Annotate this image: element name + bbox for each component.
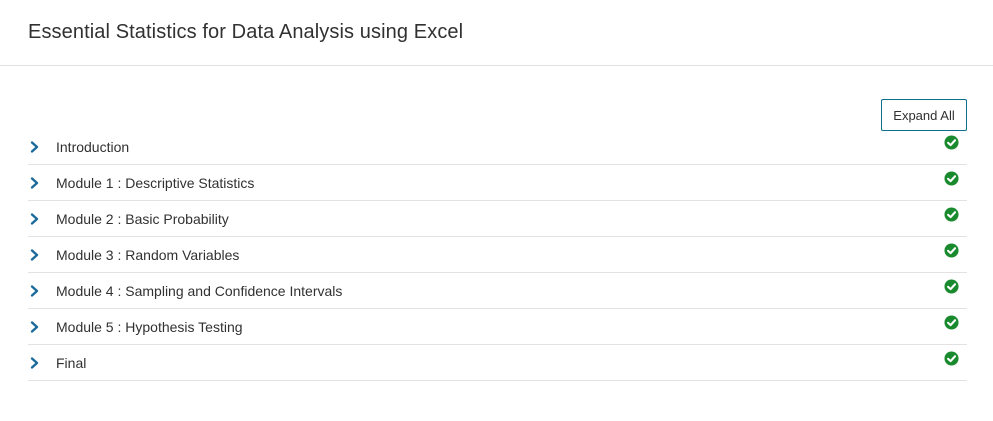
chevron-right-icon [30,176,39,189]
course-title: Essential Statistics for Data Analysis u… [28,21,464,43]
check-circle-icon [944,171,959,186]
outline-toolbar: Expand All [28,66,967,132]
chevron-right-icon [30,284,39,297]
course-header: Essential Statistics for Data Analysis u… [0,0,993,66]
check-circle-icon [944,243,959,258]
section-label: Final [56,354,87,371]
section-module-3[interactable]: Module 3 : Random Variables [28,237,967,273]
section-label: Module 1 : Descriptive Statistics [56,174,255,191]
section-label: Module 3 : Random Variables [56,246,240,263]
chevron-right-icon [30,320,39,333]
section-label: Module 2 : Basic Probability [56,210,229,227]
section-module-2[interactable]: Module 2 : Basic Probability [28,201,967,237]
check-circle-icon [944,207,959,222]
section-label: Introduction [56,138,130,155]
section-label: Module 4 : Sampling and Confidence Inter… [56,282,343,299]
check-circle-icon [944,351,959,366]
section-final[interactable]: Final [28,345,967,381]
chevron-right-icon [30,248,39,261]
section-label: Module 5 : Hypothesis Testing [56,318,243,335]
expand-all-button[interactable]: Expand All [881,99,967,131]
check-circle-icon [944,135,959,150]
check-circle-icon [944,315,959,330]
section-module-5[interactable]: Module 5 : Hypothesis Testing [28,309,967,345]
section-list: Introduction Module 1 : Descriptive Stat… [28,129,967,381]
chevron-right-icon [30,140,39,153]
course-outline: Expand All Introduction Module 1 : Descr… [0,66,993,381]
check-circle-icon [944,279,959,294]
section-module-4[interactable]: Module 4 : Sampling and Confidence Inter… [28,273,967,309]
chevron-right-icon [30,356,39,369]
section-introduction[interactable]: Introduction [28,129,967,165]
chevron-right-icon [30,212,39,225]
section-module-1[interactable]: Module 1 : Descriptive Statistics [28,165,967,201]
